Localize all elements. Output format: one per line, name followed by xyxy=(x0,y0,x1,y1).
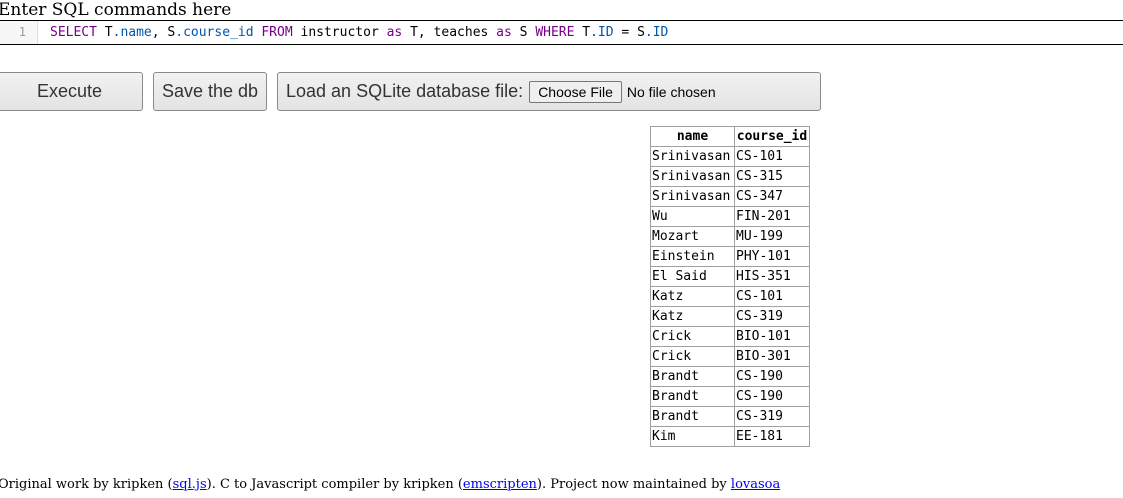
cell-course-id: CS-101 xyxy=(734,146,810,167)
cell-course-id: CS-347 xyxy=(734,186,810,207)
cell-name: Kim xyxy=(650,426,735,447)
table-row: Srinivasan CS-347 xyxy=(650,186,810,207)
sql-token: T, teaches xyxy=(402,25,497,40)
table-row: Crick BIO-101 xyxy=(650,326,810,347)
table-row: Katz CS-319 xyxy=(650,306,810,327)
cell-course-id: CS-319 xyxy=(734,306,810,327)
cell-name: Crick xyxy=(650,346,735,367)
table-row: Crick BIO-301 xyxy=(650,346,810,367)
editor-gutter: 1 xyxy=(0,21,38,44)
sql-editor[interactable]: 1 SELECT T.name, S.course_id FROM instru… xyxy=(0,20,1123,45)
table-row: Kim EE-181 xyxy=(650,426,810,447)
table-row: Brandt CS-190 xyxy=(650,366,810,387)
cell-course-id: CS-101 xyxy=(734,286,810,307)
footer: Original work by kripken (sql.js). C to … xyxy=(0,477,780,492)
sqljs-link[interactable]: sql.js xyxy=(173,477,207,492)
sql-token: .ID xyxy=(590,25,614,40)
cell-name: El Said xyxy=(650,266,735,287)
sql-token: = xyxy=(613,25,638,40)
cell-name: Mozart xyxy=(650,226,735,247)
sql-token: as xyxy=(496,25,512,40)
column-header-course-id: course_id xyxy=(734,126,810,147)
results-table: name course_id Srinivasan CS-101 Srinivasa… xyxy=(650,126,810,447)
sql-token: , xyxy=(151,25,168,40)
cell-name: Srinivasan xyxy=(650,146,735,167)
sql-token: FROM xyxy=(253,25,301,40)
load-db-label: Load an SQLite database file: xyxy=(286,81,524,101)
cell-name: Wu xyxy=(650,206,735,227)
table-row: Srinivasan CS-101 xyxy=(650,146,810,167)
table-row: Wu FIN-201 xyxy=(650,206,810,227)
cell-course-id: EE-181 xyxy=(734,426,810,447)
footer-text: Original work by kripken ( xyxy=(0,477,173,492)
cell-course-id: HIS-351 xyxy=(734,266,810,287)
table-row: Brandt CS-190 xyxy=(650,386,810,407)
cell-course-id: CS-319 xyxy=(734,406,810,427)
cell-course-id: CS-190 xyxy=(734,366,810,387)
cell-name: Crick xyxy=(650,326,735,347)
cell-name: Katz xyxy=(650,286,735,307)
cell-name: Brandt xyxy=(650,386,735,407)
table-row: Mozart MU-199 xyxy=(650,226,810,247)
sql-token: S xyxy=(637,25,645,40)
cell-name: Srinivasan xyxy=(650,186,735,207)
load-db-button[interactable]: Load an SQLite database file: Choose Fil… xyxy=(277,72,821,111)
sql-token: .course_id xyxy=(175,25,254,40)
sql-token: T xyxy=(104,25,113,40)
page-heading: Enter SQL commands here xyxy=(0,0,232,20)
table-row: Srinivasan CS-315 xyxy=(650,166,810,187)
sql-token: instructor xyxy=(300,25,387,40)
sql-token: SELECT xyxy=(50,25,105,40)
cell-name: Einstein xyxy=(650,246,735,267)
sql-token: as xyxy=(386,25,403,40)
cell-course-id: CS-315 xyxy=(734,166,810,187)
execute-button[interactable]: Execute xyxy=(0,72,143,111)
cell-course-id: MU-199 xyxy=(734,226,810,247)
footer-text: ). C to Javascript compiler by kripken ( xyxy=(206,477,463,492)
cell-course-id: PHY-101 xyxy=(734,246,810,267)
save-db-button[interactable]: Save the db xyxy=(153,72,267,111)
column-header-name: name xyxy=(650,126,735,147)
cell-name: Brandt xyxy=(650,406,735,427)
footer-text: ). Project now maintained by xyxy=(536,477,731,492)
lovasoa-link[interactable]: lovasoa xyxy=(731,477,780,492)
cell-course-id: CS-190 xyxy=(734,386,810,407)
cell-course-id: FIN-201 xyxy=(734,206,810,227)
table-row: Brandt CS-319 xyxy=(650,406,810,427)
table-header-row: name course_id xyxy=(650,126,810,147)
sql-token: .name xyxy=(112,25,152,40)
table-row: El Said HIS-351 xyxy=(650,266,810,287)
cell-course-id: BIO-301 xyxy=(734,346,810,367)
emscripten-link[interactable]: emscripten xyxy=(463,477,537,492)
sql-token: T xyxy=(574,25,591,40)
table-row: Katz CS-101 xyxy=(650,286,810,307)
table-row: Einstein PHY-101 xyxy=(650,246,810,267)
sql-token: WHERE xyxy=(535,25,575,40)
sql-code-line[interactable]: SELECT T.name, S.course_id FROM instruct… xyxy=(50,24,668,41)
choose-file-button[interactable]: Choose File xyxy=(529,80,622,103)
cell-course-id: BIO-101 xyxy=(734,326,810,347)
cell-name: Katz xyxy=(650,306,735,327)
sql-token: S xyxy=(511,25,536,40)
cell-name: Srinivasan xyxy=(650,166,735,187)
cell-name: Brandt xyxy=(650,366,735,387)
line-number: 1 xyxy=(18,25,26,39)
sql-token: .ID xyxy=(644,25,669,40)
file-status: No file chosen xyxy=(626,83,716,100)
